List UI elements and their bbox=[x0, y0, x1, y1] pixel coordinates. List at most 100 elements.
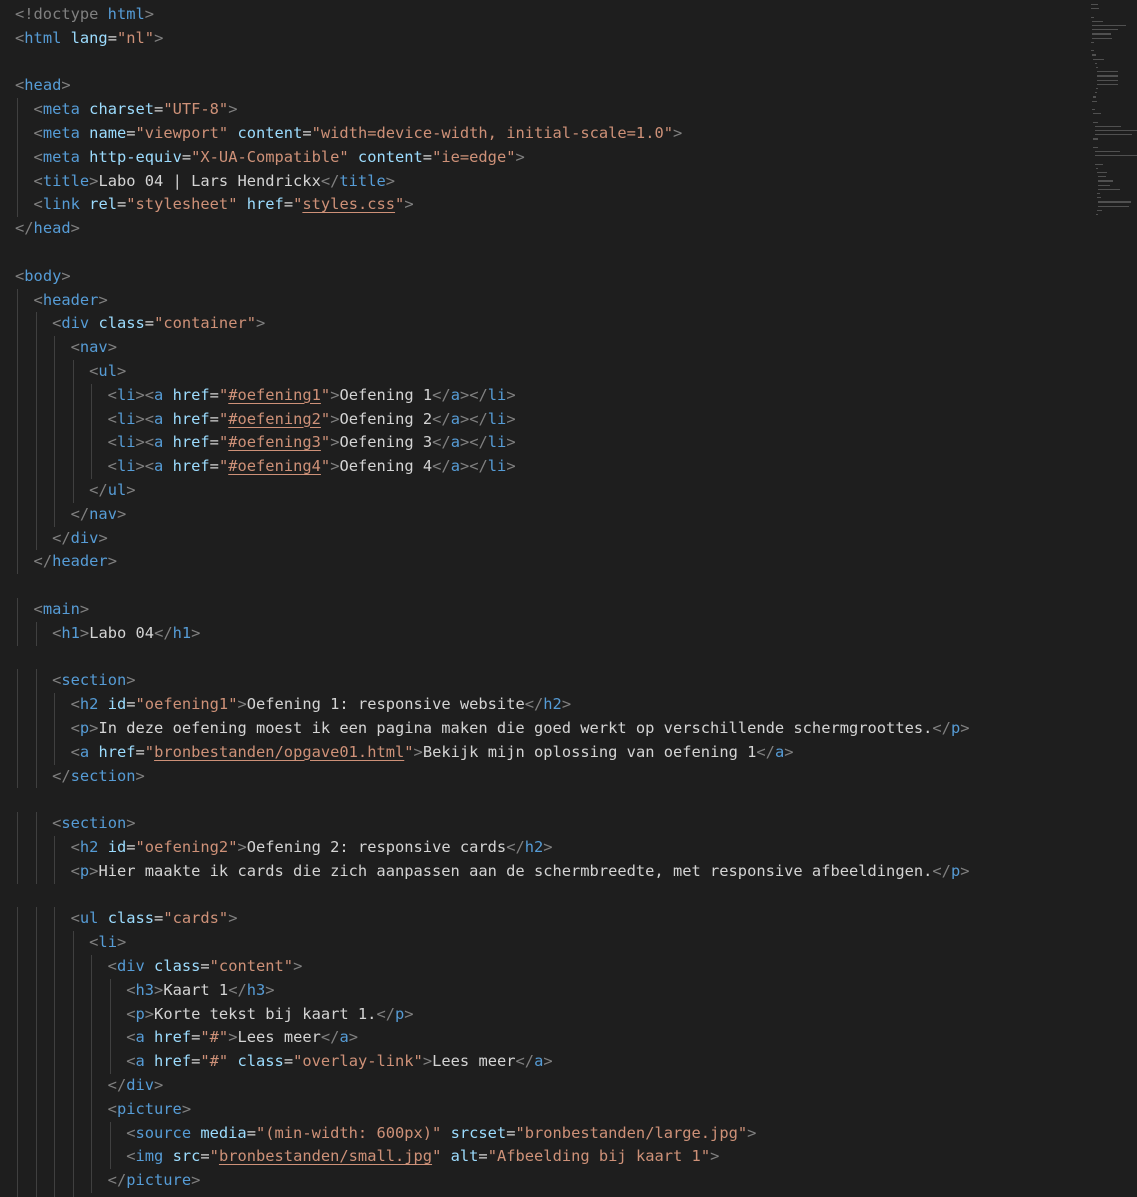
code-line[interactable]: <meta charset="UTF-8"> bbox=[15, 98, 238, 122]
minimap-line bbox=[1093, 58, 1105, 60]
code-token: = bbox=[135, 742, 145, 761]
code-token: "oefening2" bbox=[135, 838, 238, 856]
code-token: "stylesheet" bbox=[126, 195, 238, 214]
code-line[interactable]: <a href="#">Lees meer</a> bbox=[15, 1026, 358, 1050]
indent-guide bbox=[109, 1026, 111, 1051]
code-token: href bbox=[163, 457, 210, 476]
code-token: < bbox=[107, 957, 117, 975]
minimap-line bbox=[1094, 62, 1097, 64]
code-line[interactable]: <section> bbox=[15, 812, 136, 836]
code-link-token[interactable]: bronbestanden/opgave01.html bbox=[154, 743, 404, 761]
code-line[interactable]: <nav> bbox=[15, 336, 117, 360]
code-line[interactable]: <img src="bronbestanden/small.jpg" alt="… bbox=[15, 1145, 719, 1169]
code-line[interactable]: </div> bbox=[15, 1074, 164, 1098]
code-link-token[interactable]: bronbestanden/small.jpg bbox=[219, 1147, 432, 1165]
code-token: < bbox=[15, 76, 25, 95]
code-token: </ bbox=[432, 385, 451, 404]
code-line[interactable]: <!doctype html> bbox=[15, 3, 154, 27]
code-line[interactable]: </header> bbox=[15, 550, 117, 574]
indent-guide bbox=[54, 360, 56, 384]
code-link-token[interactable]: #oefening3 bbox=[228, 433, 321, 451]
code-token: section bbox=[70, 766, 136, 785]
code-token: > bbox=[747, 1123, 757, 1142]
code-line[interactable]: <a href="bronbestanden/opgave01.html">Be… bbox=[15, 741, 794, 765]
code-line[interactable]: <li><a href="#oefening4">Oefening 4</a><… bbox=[15, 455, 516, 479]
code-line[interactable]: <link rel="stylesheet" href="styles.css"… bbox=[15, 193, 414, 217]
code-token: > bbox=[126, 814, 136, 833]
code-link-token[interactable]: styles.css bbox=[302, 195, 395, 213]
code-token: > bbox=[191, 623, 201, 642]
code-line[interactable]: <html lang="nl"> bbox=[15, 27, 163, 51]
code-token: = bbox=[126, 695, 136, 714]
code-line[interactable]: <section> bbox=[15, 669, 135, 693]
code-token: > bbox=[135, 766, 145, 785]
code-line[interactable]: <a href="#" class="overlay-link">Lees me… bbox=[15, 1050, 552, 1074]
code-line[interactable]: </picture> bbox=[15, 1169, 201, 1193]
code-token: main bbox=[42, 600, 80, 618]
code-line[interactable]: <li> bbox=[15, 931, 126, 955]
code-token: </ bbox=[228, 980, 247, 999]
code-line[interactable]: <source media="(min-width: 600px)" srcse… bbox=[15, 1122, 756, 1146]
code-line[interactable]: <p>Hier maakte ik cards die zich aanpass… bbox=[15, 860, 970, 884]
indent-guide bbox=[35, 1050, 37, 1074]
code-token: Labo 04 | Lars Hendrickx bbox=[98, 171, 321, 190]
code-token: src bbox=[163, 1147, 201, 1166]
code-token: Labo 04 bbox=[89, 623, 155, 642]
indent-guide bbox=[35, 1169, 37, 1193]
code-token: > bbox=[154, 980, 164, 999]
code-line[interactable]: <ul class="cards"> bbox=[15, 907, 238, 931]
code-token: < bbox=[107, 385, 117, 404]
code-line[interactable]: <head> bbox=[15, 74, 71, 98]
code-line[interactable]: <meta http-equiv="X-UA-Compatible" conte… bbox=[15, 146, 525, 170]
minimap-line bbox=[1092, 37, 1112, 39]
indent-guide bbox=[17, 1145, 18, 1170]
code-line[interactable]: </section> bbox=[15, 765, 145, 789]
code-token: href bbox=[144, 1052, 192, 1071]
code-line[interactable]: <h2 id="oefening2">Oefening 2: responsiv… bbox=[15, 836, 553, 860]
code-line[interactable]: <title>Labo 04 | Lars Hendrickx</title> bbox=[15, 170, 395, 194]
code-line[interactable]: </li> bbox=[15, 1193, 135, 1197]
indent-guide bbox=[17, 740, 18, 765]
code-editor[interactable]: <!doctype html> <html lang="nl"> <head> <m… bbox=[0, 0, 1088, 1197]
indent-guide bbox=[17, 479, 18, 503]
code-line[interactable]: <p>In deze oefening moest ik een pagina … bbox=[15, 717, 970, 741]
code-line[interactable]: </div> bbox=[15, 527, 108, 551]
code-line[interactable]: <li><a href="#oefening3">Oefening 3</a><… bbox=[15, 431, 516, 455]
code-token: h2 bbox=[79, 695, 99, 714]
indent-guide bbox=[54, 1074, 56, 1098]
code-link-token[interactable]: #oefening1 bbox=[228, 386, 321, 404]
code-link-token[interactable]: #oefening2 bbox=[228, 410, 321, 428]
code-line[interactable]: </ul> bbox=[15, 479, 135, 503]
code-line[interactable]: </nav> bbox=[15, 503, 127, 527]
indent-guide bbox=[17, 312, 18, 337]
code-token: class bbox=[89, 314, 145, 333]
code-token: a bbox=[534, 1052, 544, 1071]
indent-guide bbox=[91, 1026, 93, 1051]
code-line[interactable]: <p>Korte tekst bij kaart 1.</p> bbox=[15, 1003, 413, 1027]
indent-guide bbox=[17, 859, 18, 884]
code-token: > bbox=[561, 695, 572, 714]
code-line[interactable]: <meta name="viewport" content="width=dev… bbox=[15, 122, 683, 146]
code-token: class bbox=[228, 1052, 284, 1071]
code-token: > bbox=[265, 980, 275, 999]
code-link-token[interactable]: #oefening4 bbox=[228, 457, 321, 475]
code-line[interactable]: <li><a href="#oefening2">Oefening 2</a><… bbox=[15, 408, 516, 432]
minimap-line bbox=[1097, 197, 1102, 199]
code-line[interactable]: <ul> bbox=[15, 360, 126, 384]
code-token: li bbox=[116, 433, 136, 452]
code-token: meta bbox=[42, 124, 80, 142]
code-line[interactable]: <body> bbox=[15, 265, 71, 289]
code-line[interactable]: <div class="container"> bbox=[15, 312, 265, 336]
minimap[interactable] bbox=[1088, 0, 1137, 1197]
indent-guide bbox=[72, 1074, 74, 1098]
code-line[interactable]: <header> bbox=[15, 289, 108, 313]
code-line[interactable]: <picture> bbox=[15, 1098, 191, 1122]
code-line[interactable]: </head> bbox=[15, 217, 80, 241]
code-line[interactable]: <main> bbox=[15, 598, 90, 622]
code-line[interactable]: <h2 id="oefening1">Oefening 1: responsiv… bbox=[15, 693, 572, 717]
code-line[interactable]: <h1>Labo 04</h1> bbox=[15, 622, 200, 646]
code-line[interactable]: <li><a href="#oefening1">Oefening 1</a><… bbox=[15, 384, 516, 408]
code-line[interactable]: <div class="content"> bbox=[15, 955, 303, 979]
